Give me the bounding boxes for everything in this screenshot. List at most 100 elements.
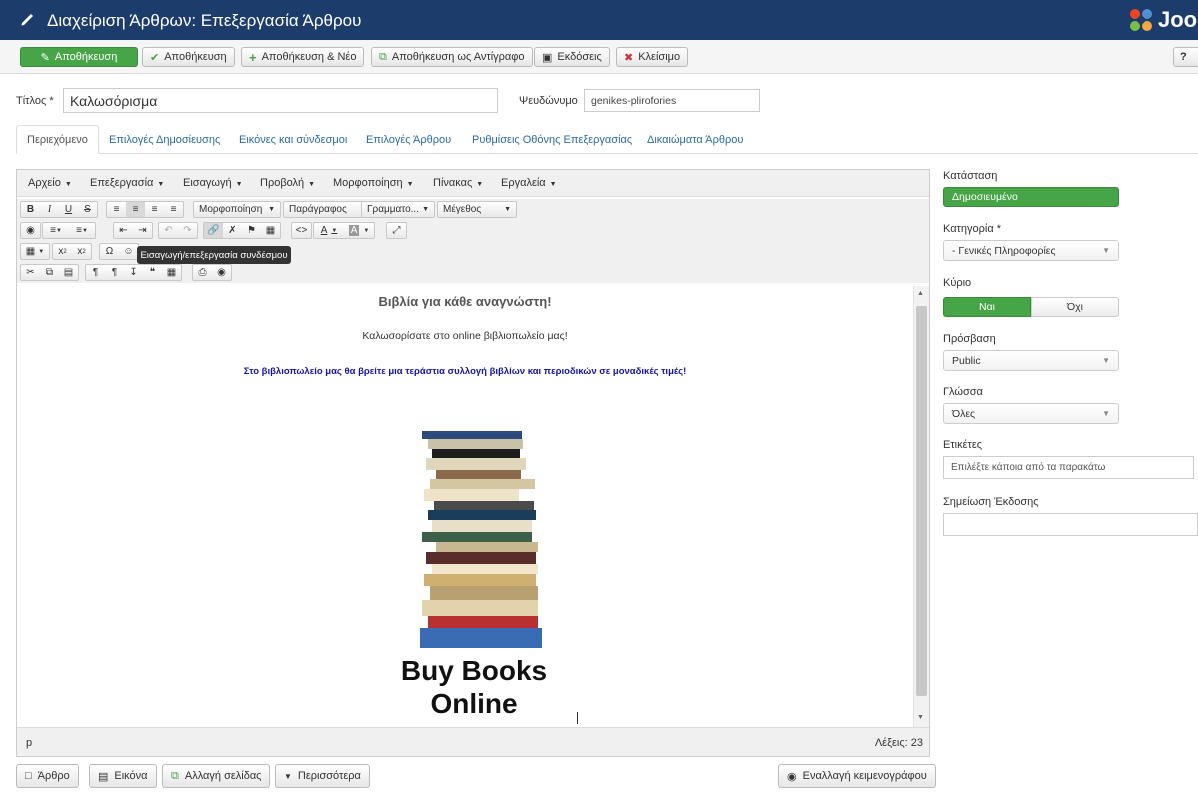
- alias-input[interactable]: genikes-plirofories: [584, 89, 760, 112]
- page-break-button[interactable]: ⧉ Αλλαγή σελίδας: [162, 764, 271, 788]
- bold-icon[interactable]: B: [21, 202, 40, 217]
- tab-content[interactable]: Περιεχόμενο: [16, 125, 99, 154]
- scroll-up-icon[interactable]: ▲: [917, 290, 924, 297]
- more-button[interactable]: ▼ Περισσότερα: [275, 764, 370, 788]
- tab-publishing[interactable]: Επιλογές Δημοσίευσης: [99, 125, 230, 154]
- bookmark-icon[interactable]: ⚑: [242, 223, 261, 238]
- insert-image-button[interactable]: ▤ Εικόνα: [89, 764, 157, 788]
- align-justify-icon[interactable]: ≡: [164, 202, 183, 217]
- save-button[interactable]: ✔ Αποθήκευση: [142, 47, 235, 67]
- insert-article-button[interactable]: □ Άρθρο: [16, 764, 79, 788]
- scroll-down-icon[interactable]: ▼: [917, 714, 924, 721]
- editor-content-area[interactable]: Βιβλία για κάθε αναγνώστη! Καλωσορίσατε …: [17, 286, 929, 727]
- omega-icon[interactable]: Ω: [100, 244, 119, 259]
- redo-icon[interactable]: ↷: [178, 223, 197, 238]
- insert-group: 🔗 ✗ ⚑ ▦: [203, 222, 281, 239]
- format-select[interactable]: Μορφοποίηση ▼: [193, 201, 281, 218]
- scroll-thumb[interactable]: [916, 306, 927, 696]
- align-right-icon[interactable]: ≡: [145, 202, 164, 217]
- table-icon[interactable]: ▦ ▼: [21, 244, 49, 259]
- indent-group: ⇤ ⇥: [113, 222, 153, 239]
- tab-article-options[interactable]: Επιλογές Άρθρου: [356, 125, 461, 154]
- cut-icon[interactable]: ✂: [21, 265, 40, 280]
- caret-down-icon: ▼: [422, 206, 429, 213]
- editor-scrollbar[interactable]: ▲ ▼: [913, 286, 929, 727]
- print-icon[interactable]: ⎙: [193, 265, 212, 280]
- show-blocks-icon[interactable]: ¶: [86, 265, 105, 280]
- chevron-down-icon: ▼: [284, 771, 292, 781]
- status-select[interactable]: Δημοσιευμένο: [943, 187, 1119, 207]
- check-icon: ✔: [150, 51, 160, 64]
- menu-edit[interactable]: Επεξεργασία ▼: [90, 177, 164, 189]
- superscript-icon[interactable]: x2: [72, 244, 91, 259]
- menu-format[interactable]: Μορφοποίηση ▼: [333, 177, 414, 189]
- menu-view[interactable]: Προβολή ▼: [260, 177, 315, 189]
- toggle-editor-button[interactable]: ◉ Εναλλαγή κειμενογράφου: [778, 764, 936, 788]
- versions-button[interactable]: ▣ Εκδόσεις: [534, 47, 610, 67]
- background-color-icon[interactable]: A ▼: [344, 223, 374, 238]
- menu-file[interactable]: Αρχείο ▼: [28, 177, 72, 189]
- save-new-button[interactable]: + Αποθήκευση & Νέο: [241, 47, 365, 67]
- script-group: x2 x2: [52, 243, 92, 260]
- menu-insert[interactable]: Εισαγωγή ▼: [183, 177, 243, 189]
- featured-yes-button[interactable]: Ναι: [943, 297, 1031, 317]
- tab-images-links[interactable]: Εικόνες και σύνδεσμοι: [229, 125, 357, 154]
- save-copy-button[interactable]: ⧉ Αποθήκευση ως Αντίγραφο: [371, 47, 533, 67]
- category-select[interactable]: - Γενικές Πληροφορίες ▼: [943, 240, 1119, 261]
- outdent-icon[interactable]: ⇤: [114, 223, 133, 238]
- page-title: Διαχείριση Άρθρων: Επεξεργασία Άρθρου: [47, 11, 362, 30]
- copy-icon[interactable]: ⧉: [40, 265, 59, 280]
- version-note-label: Σημείωση Έκδοσης: [943, 496, 1039, 508]
- strikethrough-icon[interactable]: S: [78, 202, 97, 217]
- featured-no-button[interactable]: Όχι: [1031, 297, 1119, 317]
- italic-icon[interactable]: I: [40, 202, 59, 217]
- emoticon-icon[interactable]: ☺: [119, 244, 138, 259]
- code-icon[interactable]: <>: [292, 223, 311, 238]
- font-size-select[interactable]: Μέγεθος ▼: [437, 201, 517, 218]
- binoculars-icon[interactable]: ◉: [21, 223, 40, 238]
- caret-down-icon: ▼: [308, 181, 316, 188]
- unlink-icon[interactable]: ✗: [223, 223, 242, 238]
- joomla-logo-icon: [1130, 9, 1152, 31]
- link-tooltip: Εισαγωγή/επεξεργασία συνδέσμου: [137, 246, 291, 264]
- visual-chars-icon[interactable]: ¶: [105, 265, 124, 280]
- undo-icon[interactable]: ↶: [159, 223, 178, 238]
- element-path[interactable]: p: [26, 737, 32, 749]
- help-button[interactable]: ?: [1173, 47, 1198, 67]
- visual-aid-icon[interactable]: ▦: [162, 265, 181, 280]
- language-select[interactable]: Όλες ▼: [943, 403, 1119, 424]
- close-button[interactable]: ✖ Κλείσιμο: [616, 47, 689, 67]
- access-select[interactable]: Public ▼: [943, 350, 1119, 371]
- menu-tools[interactable]: Εργαλεία ▼: [501, 177, 557, 189]
- title-input[interactable]: Καλωσόρισμα: [63, 88, 498, 113]
- underline-icon[interactable]: U: [59, 202, 78, 217]
- version-note-input[interactable]: [943, 513, 1198, 536]
- list-group: ≡ ▼ ≡ ▼: [42, 222, 96, 239]
- save-edit-button[interactable]: ✎ Αποθήκευση: [20, 47, 138, 67]
- tags-input[interactable]: Επιλέξτε κάποια από τα παρακάτω: [943, 456, 1194, 479]
- preview-icon[interactable]: ◉: [212, 265, 231, 280]
- menu-table[interactable]: Πίνακας ▼: [433, 177, 483, 189]
- blockquote-icon[interactable]: ❝: [143, 265, 162, 280]
- link-icon[interactable]: 🔗: [204, 223, 223, 238]
- tab-permissions[interactable]: Δικαιώματα Άρθρου: [637, 125, 753, 154]
- numbered-list-icon[interactable]: ≡ ▼: [69, 223, 95, 238]
- code-group: <>: [291, 222, 312, 239]
- insert-template-icon[interactable]: ↧: [124, 265, 143, 280]
- editor-menubar: Αρχείο ▼ Επεξεργασία ▼ Εισαγωγή ▼ Προβολή ▼ …: [17, 170, 929, 197]
- fullscreen-icon[interactable]: ⤢: [387, 223, 406, 238]
- text-color-icon[interactable]: A ▼: [314, 223, 344, 238]
- align-center-icon[interactable]: ≡: [126, 202, 145, 217]
- subscript-icon[interactable]: x2: [53, 244, 72, 259]
- paste-icon[interactable]: ▤: [59, 265, 78, 280]
- image-icon[interactable]: ▦: [261, 223, 280, 238]
- font-family-select[interactable]: Γραμματο... ▼: [361, 201, 435, 218]
- indent-icon[interactable]: ⇥: [133, 223, 152, 238]
- bullet-list-icon[interactable]: ≡ ▼: [43, 223, 69, 238]
- align-left-icon[interactable]: ≡: [107, 202, 126, 217]
- title-label: Τίτλος *: [16, 95, 54, 107]
- text-cursor: [577, 712, 578, 724]
- pencil-icon: [21, 14, 33, 26]
- status-label: Κατάσταση: [943, 170, 998, 182]
- tab-editor-config[interactable]: Ρυθμίσεις Οθόνης Επεξεργασίας: [462, 125, 642, 154]
